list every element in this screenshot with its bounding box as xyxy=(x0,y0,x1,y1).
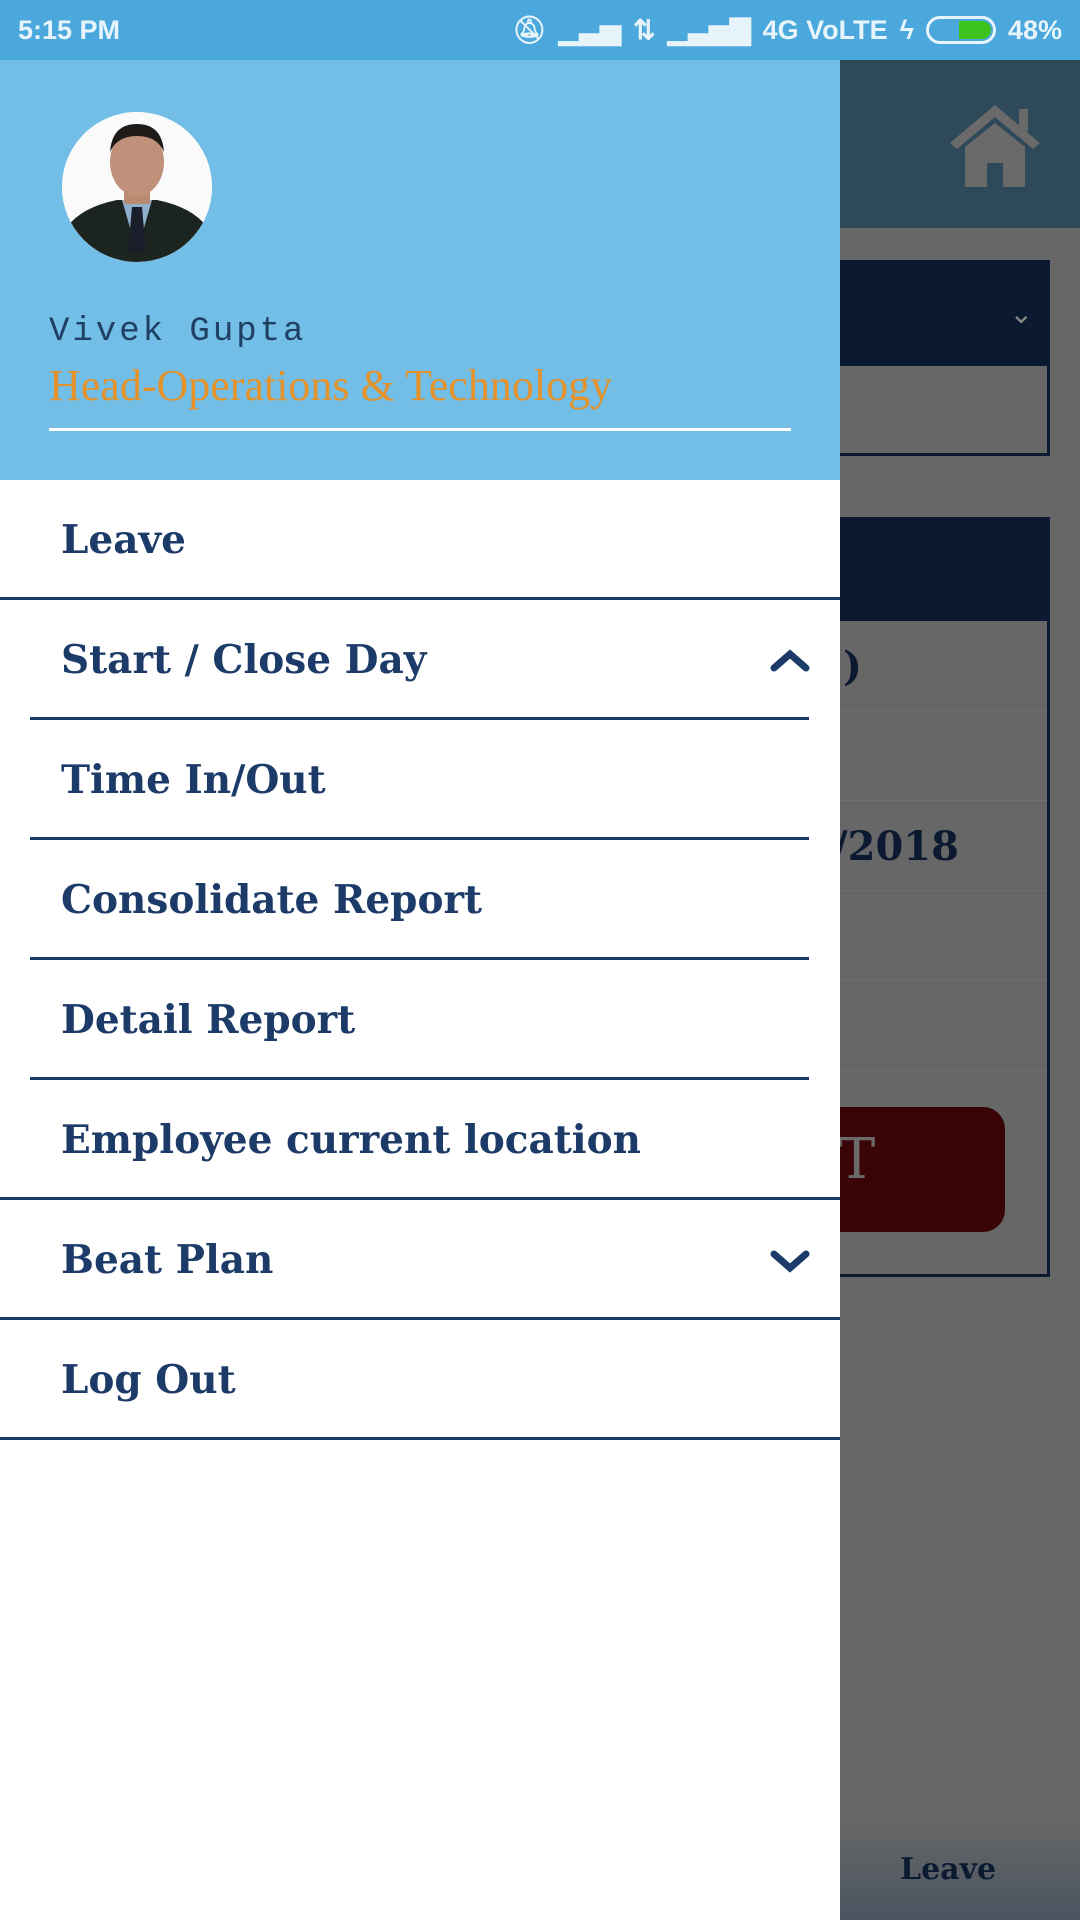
data-arrows-icon: ⇅ xyxy=(632,14,656,45)
profile-role: Head-Operations & Technology xyxy=(49,361,613,410)
avatar xyxy=(62,112,212,262)
chevron-up-icon[interactable] xyxy=(770,640,810,680)
menu-item-leave[interactable]: Leave xyxy=(0,480,840,600)
menu-item-consolidate-report[interactable]: Consolidate Report xyxy=(0,840,840,960)
menu-item-beat-plan[interactable]: Beat Plan xyxy=(0,1200,840,1320)
home-icon[interactable] xyxy=(945,95,1045,195)
status-bar: 5:15 PM 🔕︎ ▁▃▅ ⇅ ▁▃▅▇ 4G VoLTE ϟ 48% xyxy=(0,0,1080,60)
mute-icon: 🔕︎ xyxy=(512,15,547,45)
menu-label: Log Out xyxy=(61,1357,236,1403)
drawer-header: Vivek Gupta Head-Operations & Technology xyxy=(0,60,840,480)
menu-label: Employee current location xyxy=(61,1117,641,1163)
menu-label: Leave xyxy=(61,517,186,563)
menu-item-employee-location[interactable]: Employee current location xyxy=(0,1080,840,1200)
detail-row-1: ) xyxy=(843,643,862,690)
charging-icon: ϟ xyxy=(899,14,914,45)
chevron-down-icon[interactable]: ⌄ xyxy=(1010,297,1033,330)
status-time: 5:15 PM xyxy=(18,14,121,45)
menu-label: Consolidate Report xyxy=(61,877,483,923)
menu-label: Time In/Out xyxy=(61,757,326,803)
header-divider xyxy=(49,428,791,431)
battery-percent: 48% xyxy=(1007,14,1062,45)
menu-label: Beat Plan xyxy=(61,1237,274,1283)
signal-icon-2: ▁▃▅▇ xyxy=(667,14,751,45)
bottom-tab-leave[interactable]: Leave xyxy=(900,1852,996,1887)
menu-label: Start / Close Day xyxy=(61,637,427,683)
menu-item-detail-report[interactable]: Detail Report xyxy=(0,960,840,1080)
navigation-drawer: Vivek Gupta Head-Operations & Technology… xyxy=(0,60,840,1920)
detail-row-date: /2018 xyxy=(833,823,959,870)
profile-name: Vivek Gupta xyxy=(49,313,307,351)
menu-item-start-close-day[interactable]: Start / Close Day xyxy=(0,600,840,720)
network-label: 4G VoLTE xyxy=(762,14,888,45)
menu-label: Detail Report xyxy=(61,997,356,1043)
menu-item-time-in-out[interactable]: Time In/Out xyxy=(0,720,840,840)
battery-icon xyxy=(925,16,996,44)
chevron-down-icon[interactable] xyxy=(770,1240,810,1280)
menu-item-log-out[interactable]: Log Out xyxy=(0,1320,840,1440)
signal-icon: ▁▃▅ xyxy=(558,14,621,45)
